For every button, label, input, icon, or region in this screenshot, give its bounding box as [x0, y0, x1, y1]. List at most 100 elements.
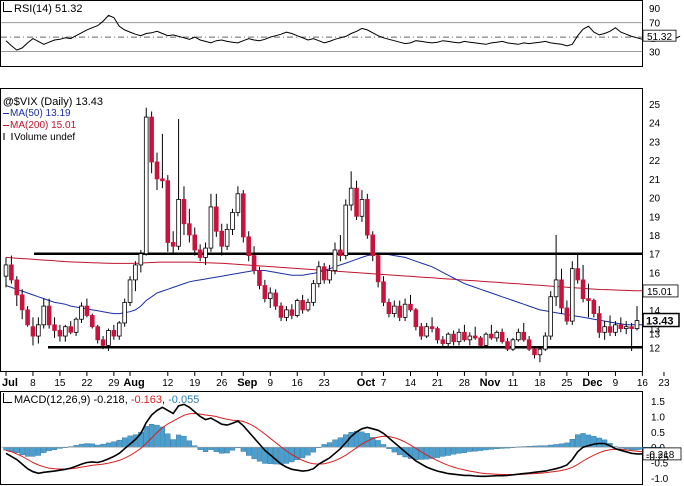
macd-label: MACD(12,26,9)	[14, 394, 91, 406]
candle-body	[176, 199, 181, 247]
macd-histogram-bar	[246, 447, 252, 456]
candle-body	[41, 305, 47, 326]
candle-body	[456, 331, 462, 343]
candle-body	[68, 326, 74, 333]
rsi-tick-label: 70	[649, 19, 661, 30]
candle-body	[138, 253, 144, 266]
x-tick-label: 15	[54, 378, 66, 389]
price-tick-label: 20	[649, 194, 661, 205]
macd-histogram-bar	[553, 444, 559, 448]
candle-body	[241, 193, 246, 238]
rsi-label: RSI(14)	[14, 3, 52, 15]
candle-body	[116, 322, 122, 337]
price-tag-text: 15.01	[647, 287, 672, 298]
macd-histogram-bar	[19, 447, 25, 456]
candle-body	[462, 331, 467, 341]
macd-tick-label: 0.5	[651, 428, 665, 439]
price-tag-plain: 13	[649, 330, 661, 341]
macd-histogram-bar	[310, 447, 317, 453]
candle-body	[613, 324, 618, 333]
legend-ma50: MA(50) 13.19	[3, 108, 103, 120]
candle-body	[472, 335, 478, 339]
candle-body	[84, 305, 90, 316]
candle	[165, 175, 171, 252]
candle-body	[483, 333, 489, 346]
candle-body	[267, 292, 273, 300]
ma200-swatch-icon	[3, 124, 9, 126]
macd-histogram-bar	[46, 447, 52, 452]
candle-body	[629, 326, 634, 329]
macd-histogram-bar	[440, 447, 446, 457]
macd-histogram-bar	[564, 442, 570, 448]
rsi-panel-frame	[0, 0, 643, 67]
macd-histogram-bar	[326, 442, 333, 448]
candle-body	[25, 309, 30, 326]
candle	[478, 336, 483, 348]
legend-volume: Volume undef	[3, 132, 103, 144]
candle-body	[435, 328, 440, 341]
macd-histogram-bar	[95, 444, 101, 448]
macd-histogram-bar	[299, 447, 306, 459]
macd-histogram-bar	[202, 447, 209, 453]
x-tick-label: 18	[534, 378, 546, 389]
candle-body	[278, 305, 284, 318]
macd-histogram-bar	[122, 437, 128, 448]
candle-body	[370, 234, 376, 256]
x-tick-label: Dec	[582, 377, 602, 389]
candle-body	[332, 249, 338, 271]
candle-body	[586, 298, 591, 301]
candle-body	[618, 324, 624, 329]
candle-body	[251, 255, 257, 271]
macd-histogram-bar	[51, 447, 58, 450]
candle-body	[354, 187, 359, 217]
macd-legend: MACD(12,26,9) -0.218, -0.163, -0.055	[3, 393, 199, 406]
candle-body	[52, 324, 57, 331]
macd-tick-label: 1.0	[651, 413, 665, 424]
candle	[569, 261, 575, 325]
macd-histogram-bar	[580, 433, 586, 448]
price-legend: @$VIX (Daily) 13.43 MA(50) 13.19 MA(200)…	[3, 96, 103, 144]
candle-body	[327, 270, 332, 281]
candle-body	[262, 285, 268, 300]
candle-body	[634, 320, 640, 329]
macd-histogram-bar	[105, 442, 112, 448]
candle-body	[392, 305, 397, 314]
candle-body	[219, 230, 225, 247]
x-tick-label: 7	[381, 378, 387, 389]
macd-histogram-bar	[461, 447, 468, 453]
macd-histogram-bar	[380, 444, 387, 448]
candle-body	[343, 204, 349, 256]
candle-body	[289, 309, 295, 316]
candle-body	[591, 300, 597, 314]
candle-body	[424, 326, 429, 337]
candle-body	[208, 206, 214, 249]
candle-body	[338, 249, 343, 256]
candle-body	[348, 187, 354, 206]
candle-body	[623, 326, 629, 329]
candle-body	[165, 180, 171, 243]
macd-histogram-bar	[634, 447, 640, 451]
candle-body	[203, 247, 208, 258]
candle	[143, 107, 149, 256]
candle-body	[559, 279, 564, 309]
candle-body	[36, 324, 41, 337]
macd-histogram-bar	[3, 447, 9, 451]
x-tick-label: 22	[81, 378, 93, 389]
macd-histogram-bar	[197, 447, 203, 450]
macd-legend-icon	[3, 393, 12, 403]
macd-histogram-bar	[240, 447, 246, 452]
candle-body	[489, 333, 494, 339]
x-tick-label: 12	[162, 378, 174, 389]
candle-body	[537, 348, 543, 356]
legend-ma200: MA(200) 15.01	[3, 120, 103, 132]
candle-body	[154, 161, 160, 180]
candle-body	[499, 331, 505, 343]
candle-body	[100, 339, 106, 346]
macd-histogram-bar	[424, 447, 430, 460]
macd-histogram-bar	[628, 447, 635, 451]
macd-histogram-bar	[548, 444, 554, 448]
candle-body	[300, 300, 305, 311]
candle-body	[230, 212, 235, 230]
candle-body	[122, 301, 127, 324]
candle-body	[381, 281, 386, 303]
